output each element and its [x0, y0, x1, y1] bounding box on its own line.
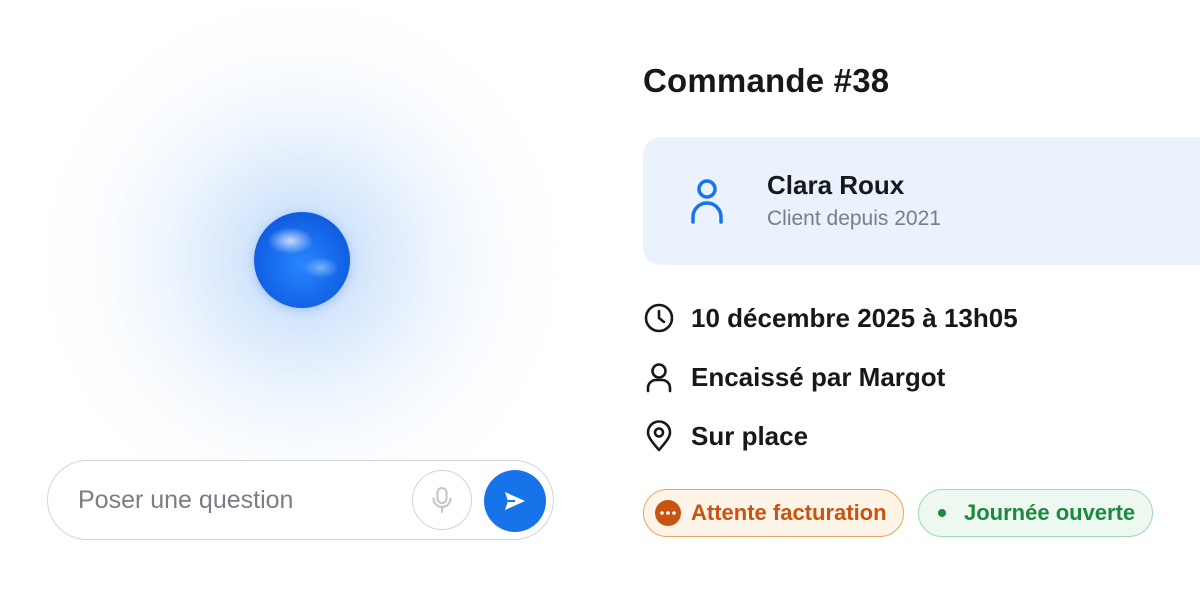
mic-icon: [432, 487, 452, 513]
clock-icon: [644, 303, 674, 333]
cashier-row: Encaissé par Margot: [643, 360, 945, 394]
more-dots-icon: [655, 500, 681, 526]
location-pin-icon: [646, 420, 672, 452]
day-status-badge[interactable]: Journée ouverte: [918, 489, 1153, 537]
customer-since: Client depuis 2021: [767, 207, 941, 230]
order-location: Sur place: [691, 420, 809, 451]
customer-card[interactable]: Clara Roux Client depuis 2021: [643, 137, 1200, 265]
question-input[interactable]: [78, 481, 398, 519]
mic-button[interactable]: [412, 470, 472, 530]
send-button[interactable]: [484, 470, 546, 532]
screen: Commande #38 Clara Roux Client depuis 20…: [0, 0, 1200, 600]
order-date-row: 10 décembre 2025 à 13h05: [643, 301, 1018, 335]
cashier-name: Encaissé par Margot: [691, 361, 946, 392]
location-row: Sur place: [643, 419, 808, 453]
prompt-bar: [47, 460, 554, 540]
billing-status-badge[interactable]: Attente facturation: [643, 489, 904, 537]
person-icon: [646, 363, 672, 393]
user-icon: [691, 179, 723, 224]
assistant-pane: [0, 0, 610, 600]
status-dot-icon: [938, 509, 946, 517]
day-status-label: Journée ouverte: [964, 500, 1136, 525]
assistant-orb[interactable]: [254, 212, 350, 308]
order-title: Commande #38: [643, 62, 890, 99]
order-date: 10 décembre 2025 à 13h05: [691, 302, 1018, 333]
customer-name: Clara Roux: [767, 170, 905, 200]
send-icon: [505, 492, 525, 510]
billing-status-label: Attente facturation: [691, 500, 887, 525]
